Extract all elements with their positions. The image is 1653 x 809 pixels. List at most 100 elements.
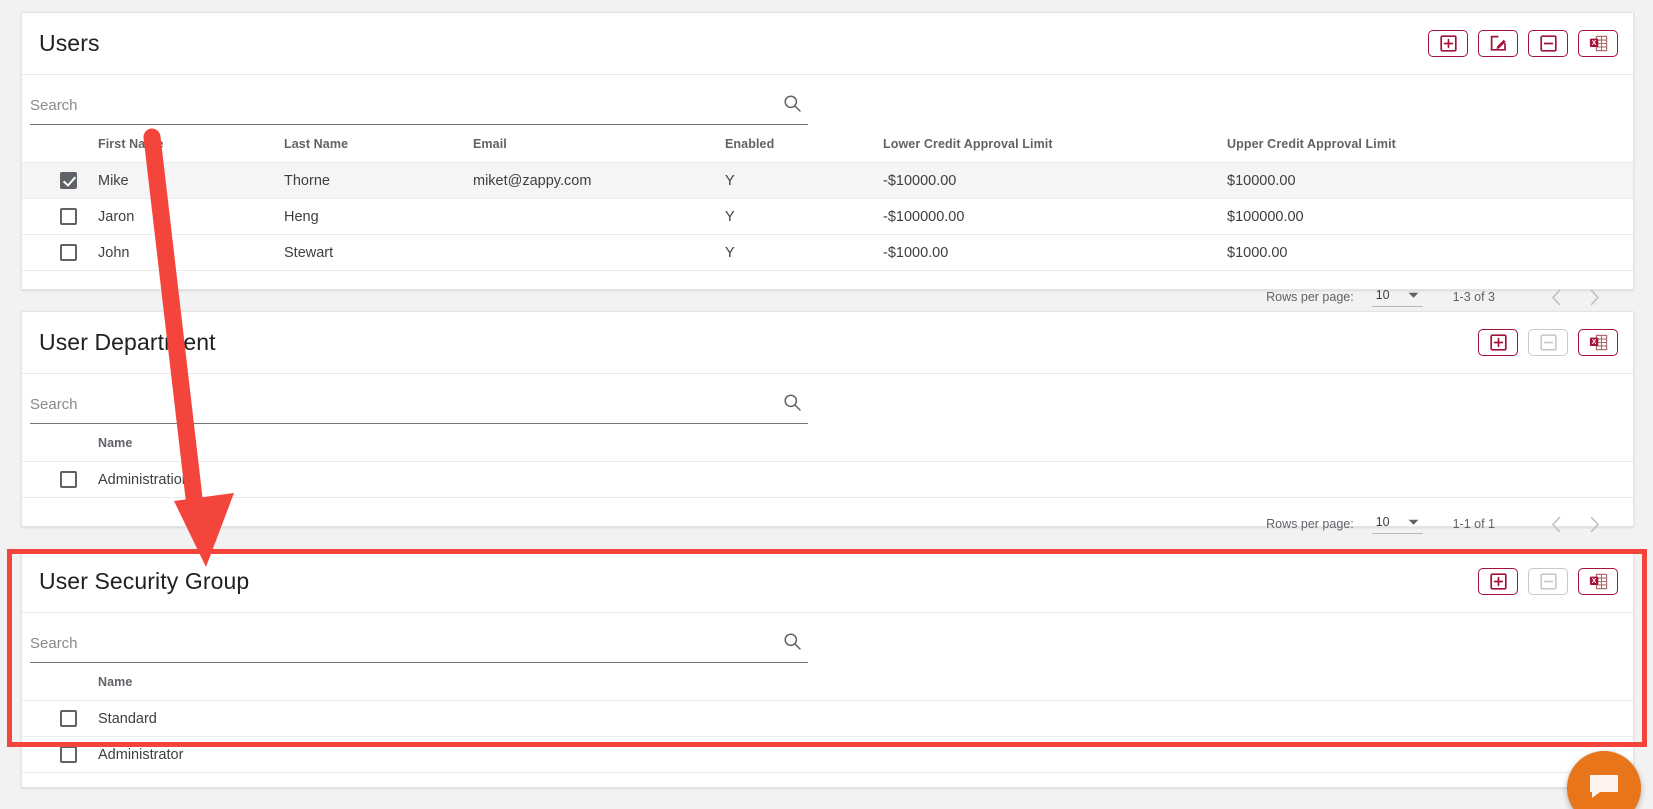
search-icon[interactable]	[783, 632, 808, 659]
search-input[interactable]	[30, 635, 730, 656]
cell-last-name: Heng	[284, 199, 473, 235]
edit-pencil-icon	[1490, 35, 1507, 52]
table-row[interactable]: Mike Thorne miket@zappy.com Y -$10000.00…	[22, 163, 1633, 199]
table-row[interactable]: Jaron Heng Y -$100000.00 $100000.00	[22, 199, 1633, 235]
users-table-header-row: First Name Last Name Email Enabled Lower…	[22, 125, 1633, 163]
remove-button[interactable]	[1528, 30, 1568, 57]
rows-per-page-select[interactable]: 10	[1372, 515, 1423, 534]
user-department-panel: User Department	[21, 311, 1634, 527]
cell-upper-credit-approval-limit: $1000.00	[1227, 235, 1633, 271]
cell-last-name: Thorne	[284, 163, 473, 199]
users-panel-header: Users	[22, 13, 1633, 75]
export-excel-button[interactable]: X	[1578, 329, 1618, 356]
cell-first-name: Jaron	[98, 199, 284, 235]
column-header-first-name[interactable]: First Name	[98, 125, 284, 163]
row-checkbox[interactable]	[60, 746, 77, 763]
rows-per-page-select[interactable]: 10	[1372, 288, 1423, 307]
user-department-panel-header: User Department	[22, 312, 1633, 374]
search-icon[interactable]	[783, 393, 808, 420]
svg-text:X: X	[1591, 339, 1596, 346]
column-header-name[interactable]: Name	[98, 663, 1633, 701]
table-row[interactable]: Administrator	[22, 737, 1633, 773]
excel-export-icon: X	[1589, 334, 1608, 351]
table-row[interactable]: Standard	[22, 701, 1633, 737]
pagination-range-label: 1-3 of 3	[1453, 290, 1495, 304]
excel-export-icon: X	[1589, 573, 1608, 590]
rows-per-page-value: 10	[1376, 288, 1390, 302]
add-button[interactable]	[1428, 30, 1468, 57]
rows-per-page-value: 10	[1376, 515, 1390, 529]
user-department-table: Name Administration	[22, 424, 1633, 498]
app-page: Users	[0, 0, 1653, 809]
user-department-search-field[interactable]	[30, 390, 808, 424]
chevron-down-icon	[1408, 515, 1419, 529]
user-department-search-row	[22, 374, 1633, 424]
users-table: First Name Last Name Email Enabled Lower…	[22, 125, 1633, 271]
column-header-enabled[interactable]: Enabled	[725, 125, 883, 163]
cell-email	[473, 235, 725, 271]
users-panel: Users	[21, 12, 1634, 290]
svg-text:X: X	[1591, 578, 1596, 585]
previous-page-button[interactable]	[1537, 505, 1575, 543]
chevron-down-icon	[1408, 288, 1419, 302]
cell-name: Administrator	[98, 737, 1633, 773]
table-row[interactable]: John Stewart Y -$1000.00 $1000.00	[22, 235, 1633, 271]
search-input[interactable]	[30, 97, 730, 118]
cell-name: Standard	[98, 701, 1633, 737]
row-checkbox[interactable]	[60, 208, 77, 225]
table-row[interactable]: Administration	[22, 462, 1633, 498]
row-checkbox-cell	[22, 235, 98, 271]
pagination-range-label: 1-1 of 1	[1453, 517, 1495, 531]
column-header-lower-credit-approval-limit[interactable]: Lower Credit Approval Limit	[883, 125, 1227, 163]
row-checkbox-cell	[22, 163, 98, 199]
cell-name: Administration	[98, 462, 1633, 498]
cell-enabled: Y	[725, 235, 883, 271]
plus-square-icon	[1440, 35, 1457, 52]
select-all-column	[22, 424, 98, 462]
user-security-group-search-field[interactable]	[30, 629, 808, 663]
user-department-pagination: Rows per page: 10 1-1 of 1	[22, 498, 1633, 550]
search-icon[interactable]	[783, 94, 808, 121]
users-search-field[interactable]	[30, 91, 808, 125]
svg-text:X: X	[1591, 40, 1596, 47]
cell-email: miket@zappy.com	[473, 163, 725, 199]
column-header-last-name[interactable]: Last Name	[284, 125, 473, 163]
user-department-toolbar: X	[1478, 329, 1618, 356]
select-all-column	[22, 125, 98, 163]
user-security-group-panel-header: User Security Group	[22, 551, 1633, 613]
cell-last-name: Stewart	[284, 235, 473, 271]
cell-upper-credit-approval-limit: $10000.00	[1227, 163, 1633, 199]
row-checkbox-cell	[22, 462, 98, 498]
next-page-button[interactable]	[1575, 505, 1613, 543]
export-excel-button[interactable]: X	[1578, 30, 1618, 57]
cell-lower-credit-approval-limit: -$100000.00	[883, 199, 1227, 235]
minus-square-icon	[1540, 35, 1557, 52]
panel-title: User Security Group	[38, 568, 249, 595]
column-header-upper-credit-approval-limit[interactable]: Upper Credit Approval Limit	[1227, 125, 1633, 163]
cell-first-name: Mike	[98, 163, 284, 199]
row-checkbox[interactable]	[60, 710, 77, 727]
row-checkbox[interactable]	[60, 172, 77, 189]
rows-per-page-label: Rows per page:	[1266, 517, 1354, 531]
row-checkbox[interactable]	[60, 471, 77, 488]
edit-button[interactable]	[1478, 30, 1518, 57]
cell-email	[473, 199, 725, 235]
user-security-group-header-row: Name	[22, 663, 1633, 701]
user-security-group-table: Name Standard Administrator	[22, 663, 1633, 773]
plus-square-icon	[1490, 573, 1507, 590]
cell-lower-credit-approval-limit: -$10000.00	[883, 163, 1227, 199]
search-input[interactable]	[30, 396, 730, 417]
cell-upper-credit-approval-limit: $100000.00	[1227, 199, 1633, 235]
export-excel-button[interactable]: X	[1578, 568, 1618, 595]
column-header-email[interactable]: Email	[473, 125, 725, 163]
add-button[interactable]	[1478, 329, 1518, 356]
rows-per-page-label: Rows per page:	[1266, 290, 1354, 304]
minus-square-icon	[1540, 573, 1557, 590]
add-button[interactable]	[1478, 568, 1518, 595]
remove-button	[1528, 568, 1568, 595]
excel-export-icon: X	[1589, 35, 1608, 52]
cell-enabled: Y	[725, 163, 883, 199]
row-checkbox-cell	[22, 701, 98, 737]
column-header-name[interactable]: Name	[98, 424, 1633, 462]
row-checkbox[interactable]	[60, 244, 77, 261]
